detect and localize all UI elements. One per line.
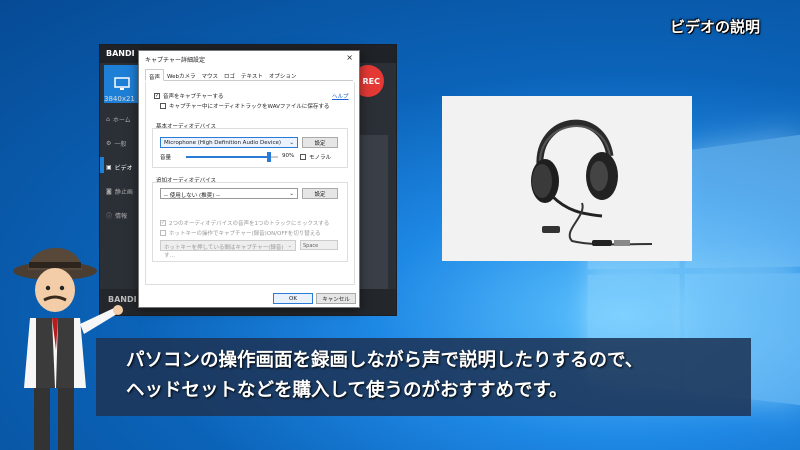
video-icon: ▣ <box>106 163 112 171</box>
volume-value: 90% <box>282 153 295 159</box>
save-wav-checkbox[interactable] <box>160 103 166 109</box>
chevron-down-icon: ⌄ <box>289 140 294 146</box>
hotkey-key-field[interactable]: Space <box>300 240 338 250</box>
headset-illustration <box>531 119 653 246</box>
tab-bar: 音声 Webカメラ マウス ロゴ テキスト オプション <box>145 69 353 81</box>
tab-logo[interactable]: ロゴ <box>221 69 238 80</box>
active-indicator <box>100 157 104 173</box>
nav-image[interactable]: ◙ 静止画 <box>106 179 140 203</box>
caption-line-1: パソコンの操作画面を録画しながら声で説明したりするので、 <box>126 350 644 371</box>
info-icon: ⓘ <box>106 212 113 220</box>
close-icon[interactable]: × <box>346 54 353 63</box>
resolution-label: 3840x21 <box>104 95 135 103</box>
nav-info[interactable]: ⓘ 情報 <box>106 203 140 227</box>
volume-thumb[interactable] <box>266 152 271 162</box>
hotkey-mode-select[interactable]: ホットキーを押している間はキャプチャー(録音)す… ⌄ <box>160 240 296 259</box>
nav-general[interactable]: ⚙ 一般 <box>106 131 140 155</box>
cancel-button[interactable]: キャンセル <box>316 293 356 304</box>
nav-home[interactable]: ⌂ ホーム <box>106 107 140 131</box>
mono-label: モノラル <box>309 155 332 161</box>
mix-checkbox[interactable]: ✓ <box>160 220 166 226</box>
mono-checkbox[interactable] <box>300 154 306 160</box>
home-icon: ⌂ <box>106 115 110 123</box>
basic-settings-button[interactable]: 設定 <box>302 137 338 148</box>
ok-button[interactable]: OK <box>273 293 313 304</box>
capture-settings-dialog: キャプチャー詳細設定 × 音声 Webカメラ マウス ロゴ テキスト オプション… <box>138 50 360 308</box>
help-link[interactable]: ヘルプ <box>332 92 349 100</box>
nav-video[interactable]: ▣ ビデオ <box>106 155 140 179</box>
basic-device-group <box>152 128 348 168</box>
volume-label: 音量 <box>160 155 172 161</box>
chevron-down-icon: ⌄ <box>287 243 292 249</box>
tab-mouse[interactable]: マウス <box>199 69 222 80</box>
tab-audio[interactable]: 音声 <box>145 69 165 81</box>
mix-label: 2つのオーディオデバイスの音声を1つのトラックにミックスする <box>169 221 330 227</box>
chevron-down-icon: ⌄ <box>289 191 294 197</box>
capture-audio-checkbox[interactable]: ✓ <box>154 93 160 99</box>
tab-webcam[interactable]: Webカメラ <box>164 69 199 80</box>
hotkey-checkbox[interactable] <box>160 230 166 236</box>
save-wav-label: キャプチャー中にオーディオトラックをWAVファイルに保存する <box>169 104 330 110</box>
camera-icon: ◙ <box>106 187 112 195</box>
audio-pane: ✓ 音声をキャプチャーする ヘルプ キャプチャー中にオーディオトラックをWAVフ… <box>145 82 355 285</box>
extra-device-select[interactable]: -- 使用しない (推奨) -- ⌄ <box>160 188 298 199</box>
tab-options[interactable]: オプション <box>266 69 300 80</box>
dialog-title: キャプチャー詳細設定 <box>145 57 205 64</box>
section-badge: ビデオの説明 <box>670 17 761 36</box>
monitor-icon <box>114 77 130 90</box>
caption-line-2: ヘッドセットなどを購入して使うのがおすすめです。 <box>126 380 568 401</box>
volume-fill <box>186 156 269 158</box>
volume-slider[interactable] <box>186 152 278 162</box>
basic-device-select[interactable]: Microphone (High Definition Audio Device… <box>160 137 298 148</box>
tab-text[interactable]: テキスト <box>238 69 266 80</box>
capture-audio-label: 音声をキャプチャーする <box>163 94 224 100</box>
hotkey-label: ホットキーの操作でキャプチャー(録音)ON/OFFを切り替える <box>169 231 321 237</box>
headset-photo <box>442 96 692 261</box>
gear-icon: ⚙ <box>106 139 112 147</box>
caption-box: パソコンの操作画面を録画しながら声で説明したりするので、 ヘッドセットなどを購入… <box>96 338 751 416</box>
extra-settings-button[interactable]: 設定 <box>302 188 338 199</box>
